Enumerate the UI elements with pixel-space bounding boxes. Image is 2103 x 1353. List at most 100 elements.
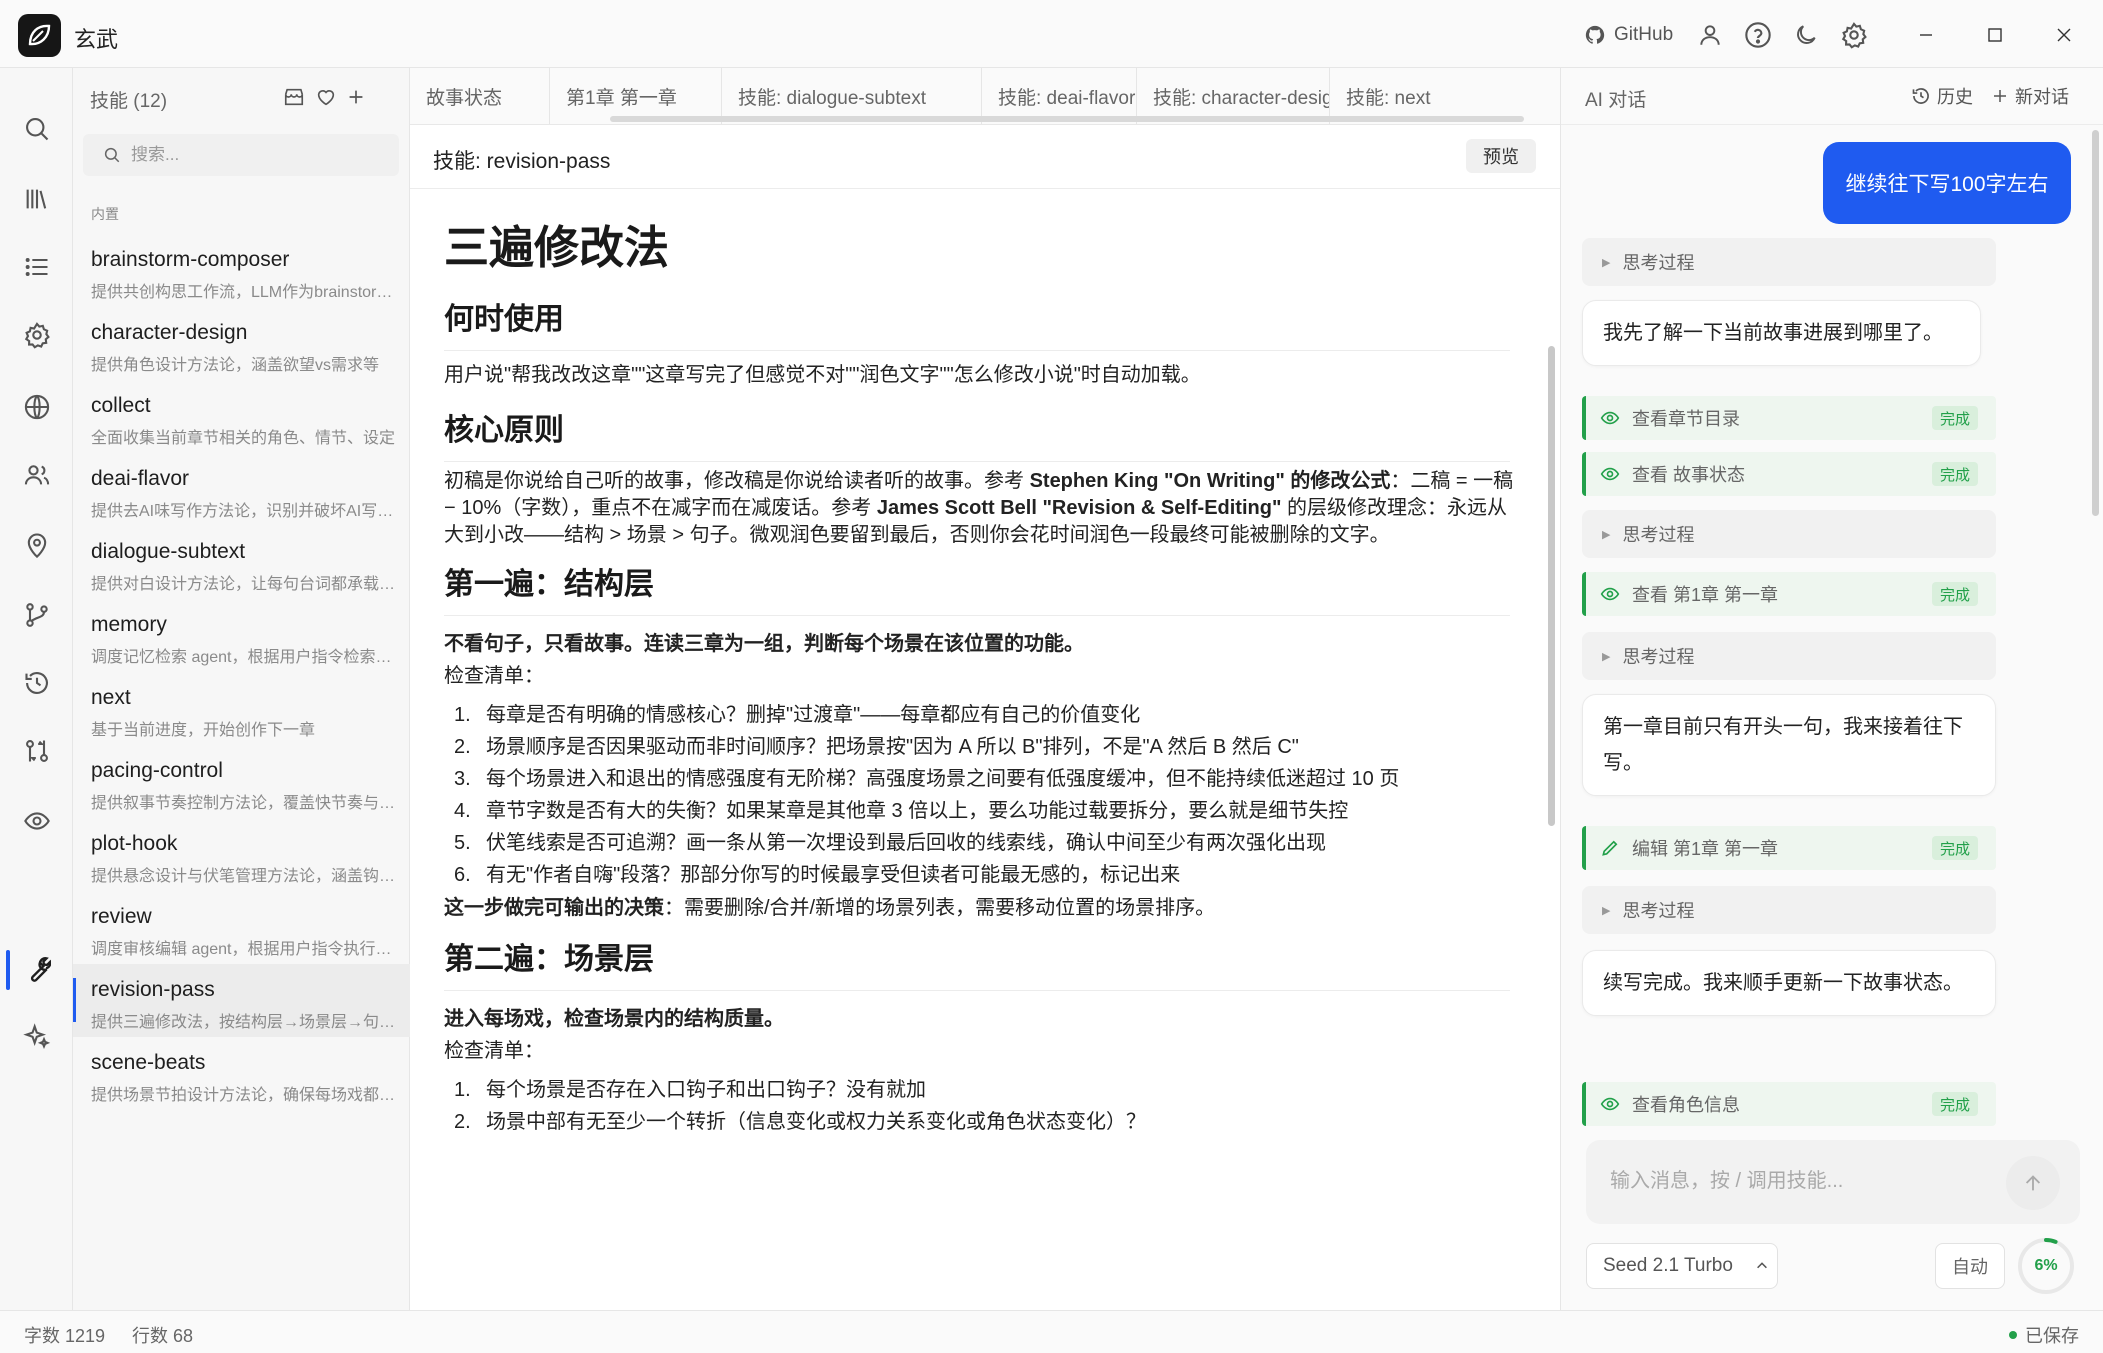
skill-item[interactable]: scene-beats 提供场景节拍设计方法论，确保每场戏都有变化 — [73, 1037, 410, 1110]
paragraph: 初稿是你说给自己听的故事，修改稿是你说给读者听的故事。参考 Stephen Ki… — [444, 468, 1514, 549]
favorite-heart-icon[interactable] — [311, 82, 341, 112]
skill-desc: 提供三遍修改法，按结构层→场景层→句子层 — [91, 1014, 398, 1031]
help-icon[interactable] — [1742, 19, 1774, 51]
user-message: 继续往下写100字左右 — [1823, 142, 2071, 224]
caret-right-icon: ▶ — [1602, 256, 1611, 269]
tool-call[interactable]: 编辑 第1章 第一章 完成 — [1582, 826, 1996, 870]
skill-item[interactable]: collect 全面收集当前章节相关的角色、情节、设定 — [73, 380, 410, 453]
outline-list-icon[interactable] — [18, 248, 56, 286]
checklist: 1. 每个场景是否存在入口钩子和出口钩子？没有就加 2. 场景中部有无至少一个转折（… — [444, 1069, 1550, 1143]
tab-story-status[interactable]: 故事状态 — [410, 68, 550, 124]
status-badge: 完成 — [1931, 836, 1978, 860]
section-heading: 第二遍：场景层 — [444, 940, 1510, 991]
world-globe-icon[interactable] — [18, 388, 56, 426]
skill-name: brainstorm-composer — [91, 248, 290, 271]
history-button[interactable]: 历史 — [1911, 83, 1973, 109]
list-item-text: 有无"作者自嗨"段落？那部分你写的时候最享受但读者可能最无感的，标记出来 — [486, 864, 1181, 886]
thinking-toggle[interactable]: ▶ 思考过程 — [1582, 510, 1996, 558]
skill-search-input[interactable] — [131, 145, 371, 165]
skill-item-active[interactable]: revision-pass 提供三遍修改法，按结构层→场景层→句子层 — [73, 964, 410, 1037]
story-settings-icon[interactable] — [18, 316, 56, 354]
thinking-label: 思考过程 — [1622, 525, 1695, 545]
preview-eye-icon[interactable] — [18, 802, 56, 840]
tool-call[interactable]: 查看角色信息 完成 — [1582, 1082, 1996, 1126]
checklist: 1. 每章是否有明确的情感核心？删掉"过渡章"——每章都应有自己的价值变化 2. 场… — [444, 694, 1550, 896]
thinking-toggle[interactable]: ▶ 思考过程 — [1582, 886, 1996, 934]
dark-mode-icon[interactable] — [1790, 19, 1822, 51]
auto-mode-button[interactable]: 自动 — [1935, 1243, 2005, 1289]
skill-store-icon[interactable] — [279, 82, 309, 112]
close-button[interactable] — [2044, 19, 2084, 51]
save-status: 已保存 — [2009, 1322, 2079, 1348]
maximize-button[interactable] — [1975, 19, 2015, 51]
skill-name: character-design — [91, 321, 248, 344]
document-scrollbar[interactable] — [1548, 346, 1555, 826]
activity-bar — [0, 68, 73, 1310]
tool-call[interactable]: 查看 第1章 第一章 完成 — [1582, 572, 1996, 616]
skill-item[interactable]: review 调度审核编辑 agent，根据用户指令执行审核 — [73, 891, 410, 964]
skill-list: brainstorm-composer 提供共创构思工作流，LLM作为brains… — [73, 234, 410, 1110]
status-badge: 完成 — [1931, 462, 1978, 486]
text-run: 初稿是你说给自己听的故事，修改稿是你说给读者听的故事。参考 — [444, 470, 1030, 492]
github-link[interactable]: GitHub — [1584, 20, 1673, 50]
history-icon — [1912, 88, 1929, 104]
location-pin-icon[interactable] — [18, 526, 56, 564]
ai-sparkle-icon[interactable] — [18, 1018, 56, 1056]
preview-button[interactable]: 预览 — [1466, 139, 1536, 173]
tool-label: 查看角色信息 — [1632, 1095, 1740, 1115]
skill-name: revision-pass — [91, 978, 215, 1001]
section-builtin-label: 内置 — [91, 206, 119, 222]
tool-call[interactable]: 查看 故事状态 完成 — [1582, 452, 1996, 496]
caret-right-icon: ▶ — [1602, 904, 1611, 917]
skill-item[interactable]: dialogue-subtext 提供对白设计方法论，让每句台词都承载潜台词 — [73, 526, 410, 599]
chat-scrollbar[interactable] — [2092, 130, 2099, 516]
tool-call[interactable]: 查看章节目录 完成 — [1582, 396, 1996, 440]
skill-name: memory — [91, 613, 167, 636]
skill-desc: 提供对白设计方法论，让每句台词都承载潜台词 — [91, 576, 398, 593]
skill-item[interactable]: pacing-control 提供叙事节奏控制方法论，覆盖快节奏与慢节奏 — [73, 745, 410, 818]
new-chat-button[interactable]: 新对话 — [1991, 83, 2069, 109]
skills-wrench-icon[interactable] — [18, 950, 56, 988]
document-content[interactable]: 三遍修改法 何时使用 用户说"帮我改改这章""这章写完了但感觉不对""润色文字"… — [410, 190, 1550, 1310]
chat-title: AI 对话 — [1585, 90, 1647, 111]
library-icon[interactable] — [18, 180, 56, 218]
eye-icon — [1600, 1097, 1620, 1111]
thinking-toggle[interactable]: ▶ 思考过程 — [1582, 238, 1996, 286]
model-label: Seed 2.1 Turbo — [1603, 1255, 1733, 1276]
skill-item[interactable]: character-design 提供角色设计方法论，涵盖欲望vs需求等 — [73, 307, 410, 380]
skill-desc: 提供共创构思工作流，LLM作为brainstorm伙伴 — [91, 284, 398, 301]
search-icon — [104, 147, 120, 163]
compare-icon[interactable] — [18, 732, 56, 770]
skill-item[interactable]: plot-hook 提供悬念设计与伏笔管理方法论，涵盖钩子类型 — [73, 818, 410, 891]
skills-sidebar: 技能 (12) 内置 brainstorm-composer 提供共创构思工作流，… — [73, 68, 410, 1310]
eye-icon — [1600, 587, 1620, 601]
caret-right-icon: ▶ — [1602, 528, 1611, 541]
assistant-message: 我先了解一下当前故事进展到哪里了。 — [1582, 300, 1981, 366]
chat-message-input[interactable] — [1610, 1164, 1990, 1204]
plot-branch-icon[interactable] — [18, 596, 56, 634]
skill-item[interactable]: next 基于当前进度，开始创作下一章 — [73, 672, 410, 745]
characters-icon[interactable] — [18, 456, 56, 494]
section-heading: 第一遍：结构层 — [444, 565, 1510, 616]
tab-scrollbar[interactable] — [610, 116, 1524, 122]
section-heading: 核心原则 — [444, 411, 1510, 462]
active-indicator — [6, 950, 10, 990]
eye-icon — [1600, 411, 1620, 425]
context-usage-ring: 6% — [2016, 1236, 2076, 1296]
history-icon[interactable] — [18, 664, 56, 702]
minimize-button[interactable] — [1906, 19, 1946, 51]
status-badge: 完成 — [1931, 406, 1978, 430]
status-badge: 完成 — [1931, 582, 1978, 606]
skill-item[interactable]: deai-flavor 提供去AI味写作方法论，识别并破坏AI写作痕迹 — [73, 453, 410, 526]
settings-gear-icon[interactable] — [1838, 19, 1870, 51]
skill-item[interactable]: brainstorm-composer 提供共创构思工作流，LLM作为brains… — [73, 234, 410, 307]
bold-run: James Scott Bell "Revision & Self-Editin… — [876, 497, 1282, 519]
skill-item[interactable]: memory 调度记忆检索 agent，根据用户指令检索记忆 — [73, 599, 410, 672]
search-icon[interactable] — [18, 110, 56, 148]
tool-label: 查看章节目录 — [1632, 409, 1740, 429]
thinking-toggle[interactable]: ▶ 思考过程 — [1582, 632, 1996, 680]
add-skill-icon[interactable] — [341, 82, 371, 112]
user-icon[interactable] — [1694, 19, 1726, 51]
model-selector[interactable]: Seed 2.1 Turbo — [1586, 1243, 1778, 1289]
send-button[interactable] — [2006, 1156, 2060, 1210]
